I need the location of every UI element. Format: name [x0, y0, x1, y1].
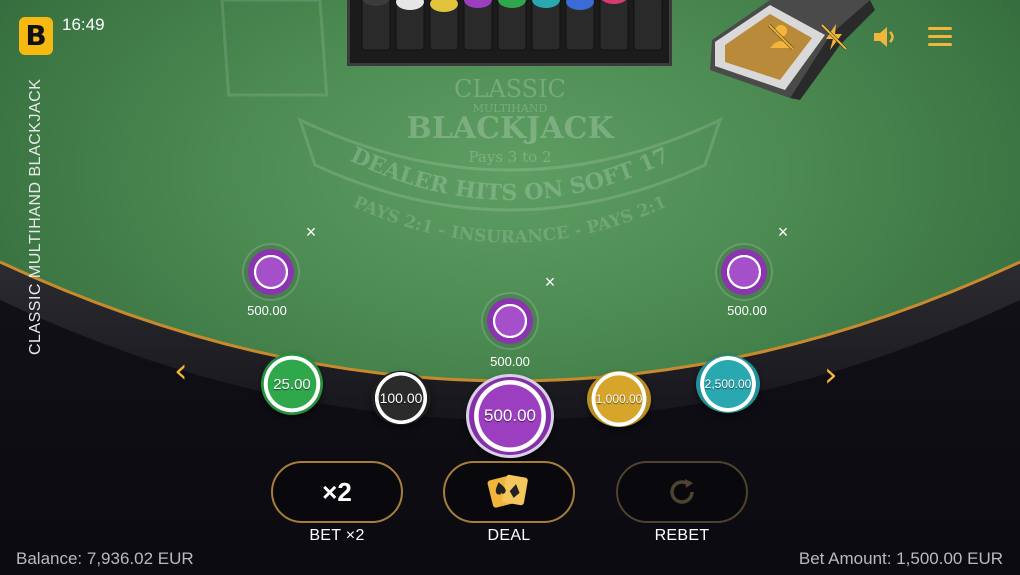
- menu-icon[interactable]: [923, 20, 957, 54]
- chevron-right-icon[interactable]: ›: [824, 358, 838, 392]
- chip-value: 1,000.00: [595, 392, 643, 406]
- felt-insurance: PAYS 2:1 - INSURANCE - PAYS 2:1: [350, 192, 669, 247]
- chip-500-selected[interactable]: 500.00: [466, 374, 554, 458]
- rebet-label: REBET: [654, 527, 710, 544]
- chip-value: 2,500.00: [704, 377, 752, 391]
- deal-button[interactable]: [443, 461, 575, 523]
- dealer-icon[interactable]: [764, 20, 798, 54]
- chevron-left-icon[interactable]: ‹: [174, 354, 188, 388]
- game-title: CLASSIC MULTIHAND BLACKJACK: [27, 78, 44, 355]
- brand-logo: B: [19, 17, 53, 55]
- bet-spot-amount: 500.00: [490, 354, 530, 369]
- chip-value: 25.00: [273, 375, 311, 393]
- rebet-button[interactable]: [616, 461, 748, 523]
- rebet-arrow-icon: [670, 479, 694, 504]
- sound-icon[interactable]: [868, 20, 902, 54]
- bet-spot-chip: [487, 298, 533, 344]
- felt-rule: DEALER HITS ON SOFT 17: [347, 142, 674, 206]
- status-time: 16:49: [62, 15, 105, 34]
- cards-icon: [487, 474, 528, 508]
- chip-1000[interactable]: 1,000.00: [587, 371, 651, 427]
- bet-x2-label: BET ×2: [309, 527, 365, 544]
- no-turbo-icon[interactable]: [817, 20, 851, 54]
- chip-2500[interactable]: 2,500.00: [696, 355, 760, 413]
- bet-spot-amount: 500.00: [247, 303, 287, 318]
- deal-label: DEAL: [487, 527, 531, 544]
- bet-spot-chip: [721, 249, 767, 295]
- game-table: CLASSIC MULTIHAND BLACKJACK Pays 3 to 2 …: [0, 0, 1020, 575]
- chip-25[interactable]: 25.00: [261, 353, 323, 415]
- bet-spot-2[interactable]: [481, 292, 539, 350]
- chip-rack: [347, 0, 672, 66]
- balance: Balance: 7,936.02 EUR: [16, 549, 194, 568]
- bet-spot-chip: [248, 249, 294, 295]
- bet-spot-3[interactable]: [715, 243, 773, 301]
- chip-100[interactable]: 100.00: [371, 371, 431, 425]
- clear-bet-2-close-icon[interactable]: ×: [542, 273, 558, 291]
- clear-bet-1-close-icon[interactable]: ×: [303, 223, 319, 241]
- bet-amount: Bet Amount: 1,500.00 EUR: [798, 549, 1003, 568]
- bet-spot-amount: 500.00: [727, 303, 767, 318]
- chip-value: 100.00: [379, 390, 423, 406]
- bet-spot-1[interactable]: [242, 243, 300, 301]
- bet-x2-button[interactable]: ×2: [271, 461, 403, 523]
- felt-title-top: CLASSIC: [454, 75, 566, 103]
- felt-pays: Pays 3 to 2: [469, 148, 552, 166]
- x2-icon: ×2: [322, 476, 352, 507]
- clear-bet-3-close-icon[interactable]: ×: [775, 223, 791, 241]
- chip-value: 500.00: [484, 406, 536, 425]
- felt-title-main: BLACKJACK: [406, 111, 614, 146]
- felt-title-middle: MULTIHAND: [473, 102, 548, 115]
